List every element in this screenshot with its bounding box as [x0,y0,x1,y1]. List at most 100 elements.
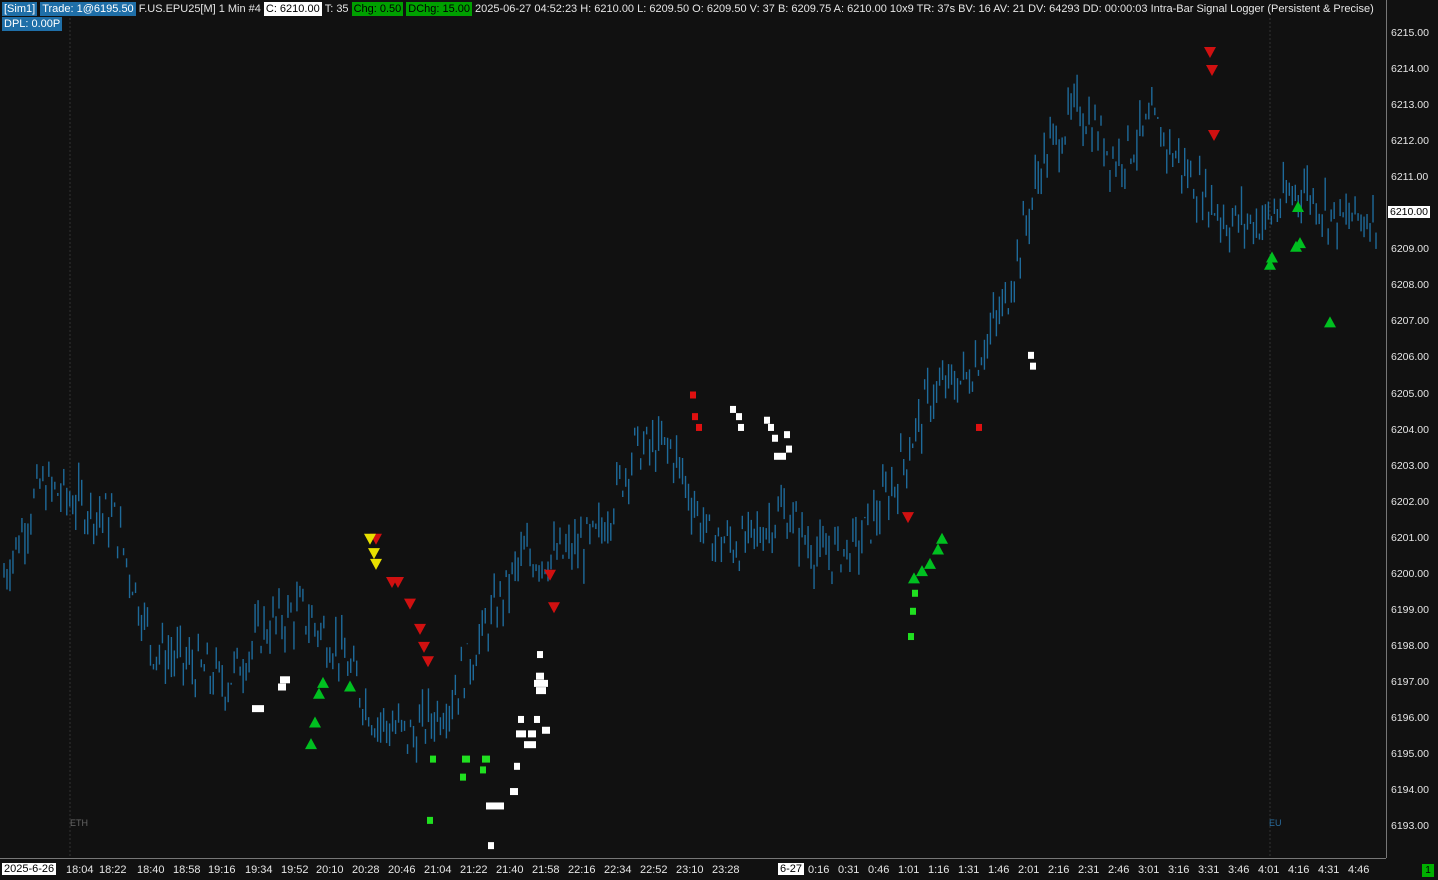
time-axis-label: 3:16 [1168,864,1190,876]
time-axis-label: 19:52 [281,864,309,876]
time-axis-label: 22:16 [568,864,596,876]
price-axis-label: 6199.00 [1391,603,1429,616]
signal-square-marker [910,607,916,615]
signal-square-marker [427,816,433,824]
buy-signal-marker [932,543,944,555]
sell-signal-marker [418,641,430,653]
signal-square-marker [534,679,548,687]
signal-square-marker [524,741,536,749]
time-axis-label: 21:22 [460,864,488,876]
signal-square-marker [430,755,436,763]
sell-signal-marker [370,558,382,570]
signal-square-marker [774,452,786,460]
time-axis-label: 20:28 [352,864,380,876]
signal-square-marker [252,705,264,713]
trade-info: Trade: 1@6195.50 [40,2,136,16]
sell-signal-marker [1206,65,1218,77]
buy-signal-marker [309,716,321,728]
signal-square-marker [536,672,544,680]
time-axis-label: 1:16 [928,864,950,876]
price-chart[interactable] [0,0,1386,858]
chart-header: [Sim1] Trade: 1@6195.50 F.US.EPU25[M] 1 … [2,2,1374,16]
time-axis-label: 2:31 [1078,864,1100,876]
sell-signal-marker [422,656,434,668]
signal-square-marker [534,715,540,723]
signal-square-marker [480,766,486,774]
price-axis-label: 6206.00 [1391,351,1429,364]
signal-square-marker [462,755,470,763]
time-axis-label: 2:46 [1108,864,1130,876]
signal-square-marker [486,802,504,810]
price-axis-label: 6205.00 [1391,387,1429,400]
time-axis-label: 2:16 [1048,864,1070,876]
price-axis-label: 6211.00 [1391,171,1429,184]
price-axis-label: 6213.00 [1391,99,1429,112]
signal-square-marker [772,434,778,442]
signal-square-marker [736,413,742,421]
sell-signal-marker [544,569,556,581]
time-axis-label: 19:16 [208,864,236,876]
signal-square-marker [488,842,494,850]
price-axis[interactable]: 6215.00 6214.00 6213.00 6212.00 6211.00 6210.… [1386,0,1438,858]
buy-signal-marker [305,738,317,750]
time-axis-label: 3:31 [1198,864,1220,876]
buy-signal-marker [1324,316,1336,328]
price-axis-label: 6215.00 [1391,27,1429,39]
signal-square-marker [280,676,290,684]
order-count-badge[interactable]: 1 [1422,864,1434,877]
signal-square-marker [912,589,918,597]
price-axis-label: 6194.00 [1391,784,1429,797]
daily-change-box: DChg: 15.00 [406,2,473,16]
signal-square-marker [1030,362,1036,370]
time-axis-label: 22:52 [640,864,668,876]
time-axis-label: 4:31 [1318,864,1340,876]
signal-square-marker [730,405,736,413]
time-axis-label: 23:28 [712,864,740,876]
buy-signal-marker [936,532,948,544]
signal-square-marker [768,423,774,431]
price-axis-label: 6196.00 [1391,711,1429,724]
buy-signal-marker [317,676,329,688]
time-axis-label: 3:46 [1228,864,1250,876]
signal-square-marker [518,715,524,723]
time-axis-label: 1:01 [898,864,920,876]
buy-signal-marker [1266,251,1278,263]
buy-signal-marker [1292,201,1304,213]
time-axis-label: 1:31 [958,864,980,876]
price-axis-label: 6201.00 [1391,531,1429,544]
time-axis[interactable]: 2025-6-26 6-27 18:04 18:22 18:40 18:58 19:16… [0,858,1386,880]
sell-signal-marker [548,602,560,614]
sell-signal-marker [1208,129,1220,141]
time-axis-label: 18:58 [173,864,201,876]
sell-signal-marker [414,623,426,635]
price-axis-label: 6193.00 [1391,820,1429,833]
signal-square-marker [482,755,490,763]
signal-square-marker [764,416,770,424]
signal-square-marker [976,423,982,431]
price-axis-label: 6203.00 [1391,459,1429,472]
account-badge[interactable]: [Sim1] [2,2,38,16]
time-axis-label: 21:40 [496,864,524,876]
price-axis-label: 6208.00 [1391,279,1429,292]
signal-square-marker [510,788,518,796]
current-price-label: 6210.00 [1388,206,1430,218]
time-axis-label: 4:46 [1348,864,1370,876]
signal-square-marker [528,730,536,738]
signal-square-marker [786,445,792,453]
bar-number: #4 [248,3,261,15]
eth-session-label: ETH [70,818,88,828]
signal-square-marker [542,726,550,734]
signal-square-marker [738,423,744,431]
change-box: Chg: 0.50 [351,2,404,16]
interval-label[interactable]: 1 Min [219,2,246,16]
signal-square-marker [1028,351,1034,359]
time-axis-label: 3:01 [1138,864,1160,876]
buy-signal-marker [344,680,356,692]
time-axis-label: 0:16 [808,864,830,876]
symbol-label[interactable]: F.US.EPU25[M] [139,2,216,16]
time-axis-label: 21:58 [532,864,560,876]
sell-signal-marker [1204,47,1216,59]
signal-square-marker [460,773,466,781]
sell-signal-marker [902,512,914,524]
signal-square-marker [537,651,543,659]
